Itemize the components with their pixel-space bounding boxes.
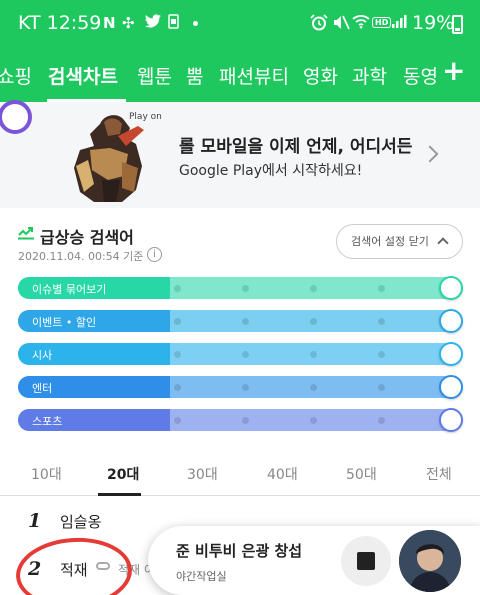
timestamp: 2020.11.04. 00:54 기준 — [18, 250, 144, 263]
tab-webtoon[interactable]: 웹툰 — [137, 62, 172, 89]
slider-label: 스포츠 — [32, 415, 63, 428]
tab-video[interactable]: 동영 — [403, 62, 437, 89]
slider-knob[interactable] — [439, 408, 463, 432]
slider-knob[interactable] — [439, 276, 463, 300]
toggle-sports[interactable]: 스포츠 — [18, 408, 463, 432]
slider-step-dot — [310, 285, 317, 292]
slider-label: 엔터 — [32, 382, 53, 395]
player-thumbnail[interactable] — [399, 530, 461, 592]
slider-step-dot — [242, 351, 249, 358]
slider-step-dot — [242, 285, 249, 292]
slider-label: 이벤트 • 할인 — [32, 316, 97, 329]
slider-step-dot — [310, 384, 317, 391]
trending-up-icon — [18, 227, 34, 240]
slider-step-dot — [310, 351, 317, 358]
slider-step-dot — [242, 318, 249, 325]
tab-search-chart[interactable]: 검색차트 — [48, 62, 118, 89]
slider-step-dot — [378, 318, 385, 325]
extension-icon: ✣ — [122, 14, 135, 32]
slider-step-dot — [174, 351, 181, 358]
status-time: KT 12:59 — [18, 12, 102, 34]
battery-percent: 19% — [412, 12, 455, 34]
ad-subtitle: Google Play에서 시작하세요! — [179, 163, 363, 179]
slider-step-dot — [242, 384, 249, 391]
close-setting-label: 검색어 설정 닫기 — [351, 235, 429, 248]
slider-step-dot — [174, 384, 181, 391]
chevron-right-icon — [421, 145, 439, 163]
player-subtitle: 야간작업실 — [176, 570, 227, 583]
hd-icon: HD — [372, 17, 392, 28]
slider-label: 시사 — [32, 349, 53, 362]
ad-banner[interactable]: Play on 롤 모바일을 이제 언제, 어디서든 Google Play에서… — [0, 102, 480, 208]
rank-keyword: 임슬옹 — [60, 513, 102, 531]
alarm-icon — [310, 14, 328, 35]
n-icon: N — [103, 14, 116, 32]
rank-number: 1 — [28, 510, 42, 532]
chevron-up-icon — [437, 237, 449, 249]
slider-step-dot — [242, 417, 249, 424]
tab-science[interactable]: 과학 — [352, 62, 387, 89]
slider-knob[interactable] — [439, 342, 463, 366]
signal-icon — [391, 14, 407, 33]
info-icon[interactable]: i — [147, 247, 162, 262]
play-on-logo: Play on — [129, 112, 162, 122]
mute-icon — [332, 14, 350, 35]
section-title: 급상승 검색어 — [40, 228, 134, 247]
toggle-entertainment[interactable]: 엔터 — [18, 375, 463, 399]
slider-step-dot — [174, 318, 181, 325]
slider-label: 이슈별 묶어보기 — [32, 283, 107, 296]
active-age-indicator — [98, 493, 141, 496]
tab-movie[interactable]: 영화 — [303, 62, 338, 89]
stop-button[interactable] — [341, 536, 391, 586]
slider-step-dot — [310, 417, 317, 424]
close-setting-button[interactable]: 검색어 설정 닫기 — [336, 224, 463, 259]
naver-app-screen: KT 12:59 N ✣ HD 19% 쇼핑 검색차트 웹툰 뿜 패션뷰티 영화… — [0, 0, 480, 595]
age-tab-all[interactable]: 전체 — [426, 464, 452, 484]
battery-icon — [452, 15, 463, 34]
age-tab-30s[interactable]: 30대 — [187, 464, 218, 484]
player-title: 준 비투비 은광 창섭 — [176, 542, 303, 560]
age-tab-10s[interactable]: 10대 — [31, 464, 62, 484]
age-tab-20s[interactable]: 20대 — [107, 464, 139, 484]
status-bar: KT 12:59 N ✣ HD 19% — [0, 0, 480, 48]
ad-title: 롤 모바일을 이제 언제, 어디서든 — [179, 137, 413, 157]
age-tabs: 10대 20대 30대 40대 50대 전체 — [0, 458, 480, 496]
twitter-icon — [145, 14, 161, 32]
slider-step-dot — [174, 417, 181, 424]
toggle-event-discount[interactable]: 이벤트 • 할인 — [18, 309, 463, 333]
slider-knob[interactable] — [439, 309, 463, 333]
toggle-current-affairs[interactable]: 시사 — [18, 342, 463, 366]
toggle-issue-group[interactable]: 이슈별 묶어보기 — [18, 276, 463, 300]
slider-knob[interactable] — [439, 375, 463, 399]
slider-step-dot — [378, 285, 385, 292]
slider-step-dot — [174, 285, 181, 292]
notification-dot — [193, 21, 198, 26]
slider-step-dot — [378, 417, 385, 424]
age-tab-50s[interactable]: 50대 — [346, 464, 377, 484]
add-tab-button[interactable]: + — [442, 54, 465, 87]
age-tab-40s[interactable]: 40대 — [267, 464, 298, 484]
slider-step-dot — [310, 318, 317, 325]
category-tabs: 쇼핑 검색차트 웹툰 뿜 패션뷰티 영화 과학 동영 + — [0, 52, 480, 102]
wifi-icon — [352, 14, 370, 33]
tab-shopping[interactable]: 쇼핑 — [0, 62, 32, 89]
mini-player[interactable]: 준 비투비 은광 창섭 야간작업실 — [148, 526, 480, 595]
tab-fashion-beauty[interactable]: 패션뷰티 — [219, 62, 289, 89]
slider-step-dot — [378, 351, 385, 358]
tab-ppum[interactable]: 뿜 — [186, 62, 203, 89]
sim-icon — [168, 14, 179, 33]
slider-step-dot — [378, 384, 385, 391]
